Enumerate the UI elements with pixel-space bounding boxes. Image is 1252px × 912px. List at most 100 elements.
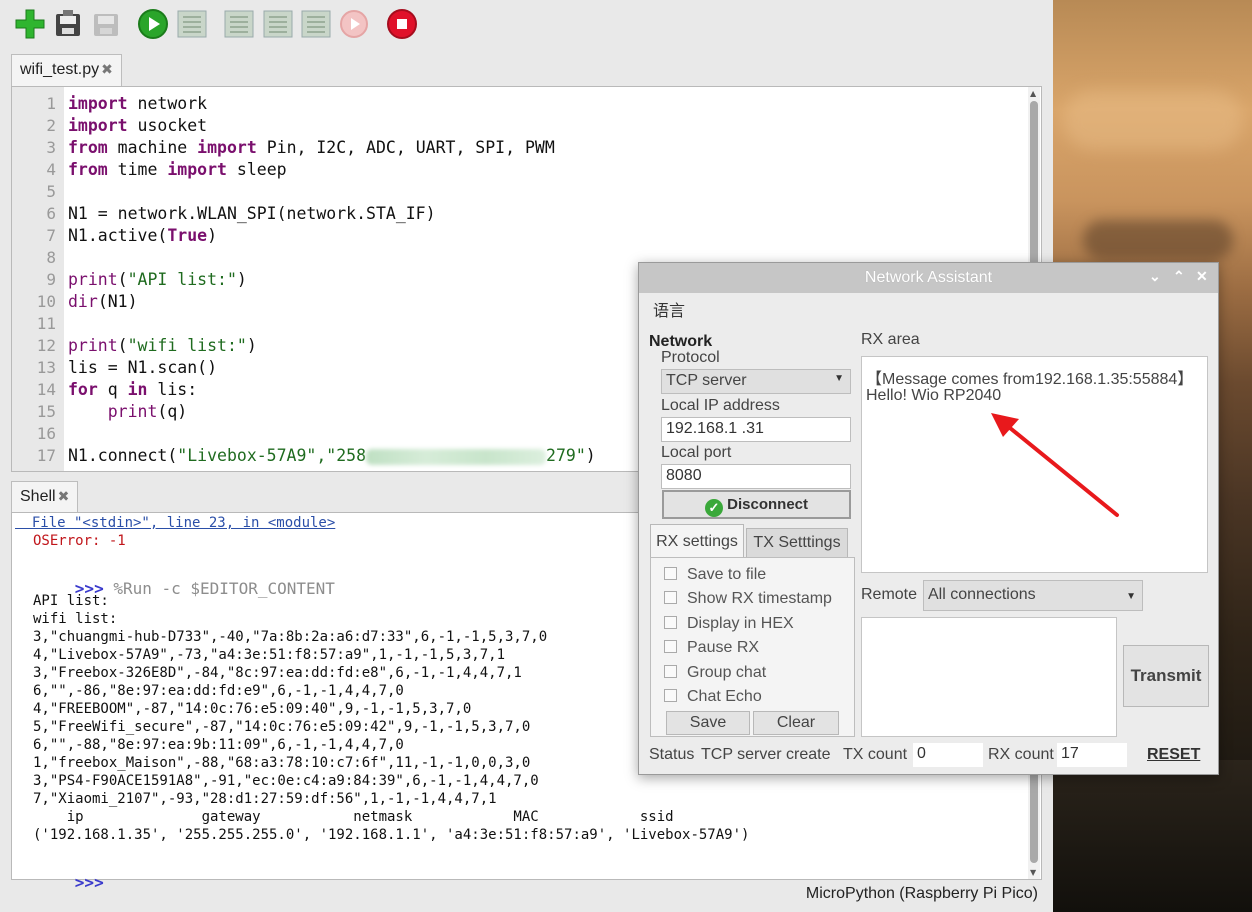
pause-rx-checkbox[interactable]: Pause RX: [664, 639, 759, 657]
code-token: N1.active(: [68, 226, 168, 245]
title-bar[interactable]: Network Assistant ⌄ ⌃ ✕: [639, 263, 1218, 293]
code-line: print("wifi list:"): [68, 335, 257, 357]
code-token: lis:: [147, 380, 198, 399]
code-line: from machine import Pin, I2C, ADC, UART,…: [68, 137, 555, 159]
run-command: %Run -c $EDITOR_CONTENT: [103, 579, 335, 598]
transmit-button[interactable]: Transmit: [1123, 645, 1209, 707]
code-line: dir(N1): [68, 291, 138, 313]
code-token: in: [127, 380, 148, 399]
wallpaper-trees: [1053, 760, 1252, 912]
line-number: 3: [46, 138, 56, 157]
show-rx-timestamp-checkbox[interactable]: Show RX timestamp: [664, 590, 832, 608]
display-in-hex-checkbox[interactable]: Display in HEX: [664, 615, 794, 633]
code-token: ): [236, 270, 247, 289]
protocol-select[interactable]: TCP server ▼: [661, 369, 851, 394]
line-number: 17: [36, 446, 56, 465]
tab-tx-settings[interactable]: TX Setttings: [746, 528, 848, 558]
chat-echo-checkbox[interactable]: Chat Echo: [664, 688, 762, 706]
resume-icon[interactable]: [338, 8, 370, 40]
step-out-icon[interactable]: [300, 8, 332, 40]
language-menu[interactable]: 语言: [653, 297, 685, 321]
group-chat-checkbox[interactable]: Group chat: [664, 664, 766, 682]
save-icon[interactable]: [90, 8, 122, 40]
code-token: (: [117, 270, 128, 289]
code-token: 279": [546, 446, 586, 465]
code-token: "wifi list:": [127, 336, 247, 355]
shell-output-line: API list:: [33, 593, 109, 609]
local-ip-value: 192.168.1 .31: [666, 420, 764, 437]
clear-button[interactable]: Clear: [753, 711, 839, 735]
code-token: time: [107, 160, 168, 179]
code-token: for: [68, 380, 98, 399]
save-to-file-checkbox[interactable]: Save to file: [664, 566, 766, 584]
shell-output-line: 7,"Xiaomi_2107",-93,"28:d1:27:59:df:56",…: [33, 791, 497, 807]
rx-settings-panel: Save to file Show RX timestamp Display i…: [650, 557, 855, 737]
local-port-field[interactable]: 8080: [661, 464, 851, 489]
tx-input-area[interactable]: [861, 617, 1117, 737]
stop-icon[interactable]: [386, 8, 418, 40]
code-token: network: [127, 94, 208, 113]
line-number: 6: [46, 204, 56, 223]
code-line: print("API list:"): [68, 269, 247, 291]
rx-count-value: 17: [1061, 745, 1079, 762]
open-icon[interactable]: [52, 8, 84, 40]
step-into-icon[interactable]: [262, 8, 294, 40]
remote-select[interactable]: All connections ▼: [923, 580, 1143, 611]
chevron-down-icon: ▼: [1126, 591, 1136, 602]
code-token: print: [68, 270, 118, 289]
chevron-down-icon: ▼: [834, 373, 844, 384]
code-token: q: [97, 380, 128, 399]
wallpaper-cloud: [1083, 220, 1233, 260]
code-token: lis = N1.scan(): [68, 358, 218, 377]
tx-count-field: 0: [913, 743, 983, 767]
code-token: N1 = network.WLAN_SPI(network.STA_IF): [68, 204, 436, 223]
scroll-up-icon[interactable]: ▲: [1030, 89, 1036, 98]
remote-value: All connections: [928, 586, 1036, 603]
local-port-label: Local port: [661, 444, 732, 461]
minimize-icon[interactable]: ⌄: [1149, 268, 1161, 285]
code-line: N1.connect("Livebox-57A9","258 279"): [68, 445, 596, 467]
shell-output-line: 6,"",-88,"8e:97:ea:9b:11:09",6,-1,-1,4,4…: [33, 737, 404, 753]
status-bar: MicroPython (Raspberry Pi Pico): [0, 880, 1053, 912]
shell-output-line: ip gateway netmask MAC ssid: [33, 809, 674, 825]
debug-icon[interactable]: [176, 8, 208, 40]
local-ip-field[interactable]: 192.168.1 .31: [661, 417, 851, 442]
interpreter-label[interactable]: MicroPython (Raspberry Pi Pico): [806, 885, 1038, 903]
button-label: Clear: [776, 714, 816, 731]
line-number: 8: [46, 248, 56, 267]
reset-button[interactable]: RESET: [1147, 746, 1200, 764]
code-token: import: [167, 160, 227, 179]
code-token: from: [68, 138, 108, 157]
step-over-icon[interactable]: [223, 8, 255, 40]
tab-wifi-test[interactable]: wifi_test.py ✖: [11, 54, 122, 86]
disconnect-button[interactable]: ✓ Disconnect: [662, 490, 851, 519]
code-token: import: [68, 94, 128, 113]
scroll-down-icon[interactable]: ▼: [1030, 868, 1036, 877]
error-line: OSError: -1: [33, 533, 126, 549]
close-icon[interactable]: ✖: [58, 488, 70, 504]
close-icon[interactable]: ✖: [101, 61, 113, 77]
line-number: 13: [36, 358, 56, 377]
new-file-icon[interactable]: [14, 8, 46, 40]
checkbox-label: Save to file: [687, 566, 767, 583]
run-icon[interactable]: [137, 8, 169, 40]
code-token: from: [68, 160, 108, 179]
code-token: print: [107, 402, 158, 421]
connected-check-icon: ✓: [704, 499, 723, 517]
code-token: N1.connect(: [68, 446, 178, 465]
tab-rx-settings[interactable]: RX settings: [650, 524, 744, 558]
code-token: print: [68, 336, 118, 355]
line-number: 15: [36, 402, 56, 421]
maximize-icon[interactable]: ⌃: [1173, 268, 1185, 285]
tab-label: Shell: [20, 488, 56, 505]
save-button[interactable]: Save: [666, 711, 750, 735]
shell-output-line: 3,"Freebox-326E8D",-84,"8c:97:ea:dd:fd:e…: [33, 665, 522, 681]
code-token: True: [167, 226, 208, 245]
traceback-link[interactable]: File "<stdin>", line 23, in <module>: [15, 514, 335, 532]
code-token: (N1): [97, 292, 138, 311]
line-number-gutter: 1 2 3 4 5 6 7 8 9 10 11 12 13 14 15 16 17: [12, 87, 64, 471]
local-ip-label: Local IP address: [661, 397, 780, 414]
checkbox-label: Group chat: [687, 664, 767, 681]
tab-shell[interactable]: Shell ✖: [11, 481, 78, 513]
close-icon[interactable]: ✕: [1196, 268, 1208, 285]
